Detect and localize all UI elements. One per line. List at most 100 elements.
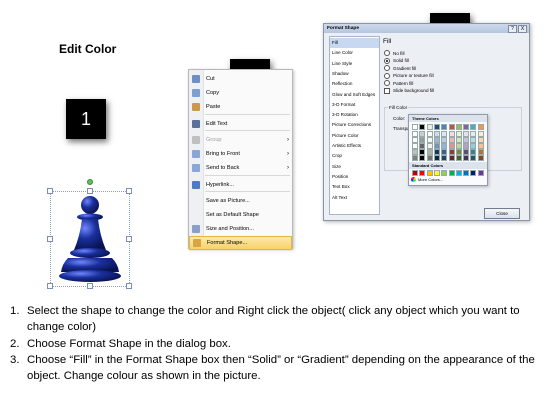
nav-item-artistic-effects[interactable]: Artistic Effects	[330, 141, 379, 151]
nav-item-picture-corrections[interactable]: Picture Corrections	[330, 120, 379, 130]
color-palette-popup: Theme Colors Standard Colors More Colors…	[408, 114, 488, 186]
radio-button[interactable]	[384, 50, 390, 56]
menu-item-size-and-position[interactable]: Size and Position...	[189, 222, 292, 236]
submenu-arrow-icon: ›	[287, 165, 289, 171]
menu-item-label: Group	[206, 137, 222, 143]
menu-item-copy[interactable]: Copy	[189, 86, 292, 100]
submenu-arrow-icon: ›	[287, 151, 289, 157]
nav-item-line-color[interactable]: Line Color	[330, 48, 379, 58]
menu-item-label: Bring to Front	[206, 151, 240, 157]
more-colors-item[interactable]: More Colors...	[411, 177, 443, 182]
theme-color-swatch[interactable]	[433, 155, 440, 161]
menu-item-edit-text[interactable]: Edit Text	[189, 117, 292, 131]
nav-item-text-box[interactable]: Text Box	[330, 182, 379, 192]
blank-icon	[192, 211, 200, 219]
nav-item-3-d-rotation[interactable]: 3-D Rotation	[330, 110, 379, 120]
menu-item-label: Send to Back	[206, 165, 240, 171]
nav-item-shadow[interactable]: Shadow	[330, 69, 379, 79]
theme-color-swatch[interactable]	[412, 155, 418, 161]
theme-color-swatch[interactable]	[470, 124, 477, 130]
nav-item-position[interactable]: Position	[330, 172, 379, 182]
standard-color-swatch[interactable]	[470, 170, 477, 176]
menu-item-group: Group ›	[189, 133, 292, 147]
theme-color-swatch[interactable]	[433, 124, 440, 130]
standard-color-swatch[interactable]	[412, 170, 418, 176]
menu-item-set-as-default-shape[interactable]: Set as Default Shape	[189, 208, 292, 222]
rotation-handle[interactable]	[87, 179, 93, 185]
menu-item-paste[interactable]: Paste	[189, 100, 292, 114]
instruction-number: 2.	[10, 337, 20, 350]
submenu-arrow-icon: ›	[287, 137, 289, 143]
theme-color-swatch[interactable]	[463, 124, 470, 130]
theme-color-swatch[interactable]	[426, 124, 433, 130]
fill-option-label: Solid fill	[393, 58, 409, 63]
dialog-close-icon[interactable]: X	[518, 25, 527, 33]
standard-color-swatch[interactable]	[463, 170, 470, 176]
menu-item-bring-to-front[interactable]: Bring to Front ›	[189, 147, 292, 161]
theme-color-swatch[interactable]	[463, 155, 470, 161]
fill-option-solid-fill[interactable]: Solid fill	[384, 57, 409, 64]
theme-color-swatch[interactable]	[419, 124, 426, 130]
theme-color-swatch[interactable]	[448, 155, 455, 161]
standard-color-swatch[interactable]	[419, 170, 426, 176]
menu-item-cut[interactable]: Cut	[189, 72, 292, 86]
group-icon	[192, 136, 200, 144]
radio-button[interactable]	[384, 65, 390, 71]
theme-color-swatch[interactable]	[455, 124, 462, 130]
theme-color-swatch[interactable]	[426, 155, 433, 161]
theme-color-swatch[interactable]	[441, 155, 448, 161]
page-title: Edit Color	[59, 42, 117, 56]
nav-item-3-d-format[interactable]: 3-D Format	[330, 100, 379, 110]
nav-item-size[interactable]: Size	[330, 162, 379, 172]
standard-color-swatch[interactable]	[433, 170, 440, 176]
radio-button[interactable]	[384, 80, 390, 86]
standard-colors-label: Standard Colors	[409, 162, 487, 169]
theme-color-swatch[interactable]	[419, 155, 426, 161]
standard-color-swatch[interactable]	[426, 170, 433, 176]
theme-color-swatch[interactable]	[412, 124, 418, 130]
menu-item-send-to-back[interactable]: Send to Back ›	[189, 161, 292, 175]
fill-option-picture-or-texture-fill[interactable]: Picture or texture fill	[384, 72, 434, 79]
hyperlink-icon	[192, 181, 200, 189]
pawn-icon[interactable]	[52, 192, 128, 284]
nav-item-fill[interactable]: Fill	[330, 38, 379, 48]
nav-item-glow-and-soft-edges[interactable]: Glow and Soft Edges	[330, 90, 379, 100]
nav-item-picture-color[interactable]: Picture Color	[330, 131, 379, 141]
instruction-item: 2. Choose Format Shape in the dialog box.	[10, 336, 555, 352]
theme-color-swatch[interactable]	[477, 155, 484, 161]
standard-color-swatch[interactable]	[477, 170, 484, 176]
standard-color-swatch[interactable]	[455, 170, 462, 176]
radio-button[interactable]	[384, 57, 390, 64]
menu-item-format-shape[interactable]: Format Shape...	[189, 236, 292, 250]
nav-item-reflection[interactable]: Reflection	[330, 79, 379, 89]
fill-option-gradient-fill[interactable]: Gradient fill	[384, 65, 416, 71]
theme-color-swatch[interactable]	[477, 124, 484, 130]
fill-option-label: Picture or texture fill	[393, 73, 434, 78]
instruction-text: Select the shape to change the color and…	[27, 305, 520, 334]
theme-color-swatch[interactable]	[470, 155, 477, 161]
theme-color-swatch[interactable]	[441, 124, 448, 130]
fill-option-slide-background-fill[interactable]: Slide background fill	[384, 87, 434, 94]
menu-item-hyperlink[interactable]: Hyperlink...	[189, 178, 292, 192]
copy-icon	[192, 89, 200, 97]
fill-color-label: Fill Color	[388, 105, 409, 110]
checkbox[interactable]	[384, 87, 390, 94]
fill-option-label: No fill	[393, 50, 405, 56]
close-button[interactable]: Close	[484, 208, 520, 219]
instruction-text: Choose “Fill” in the Format Shape box th…	[27, 353, 535, 383]
edit-text-icon	[192, 120, 200, 128]
standard-color-swatch[interactable]	[448, 170, 455, 176]
menu-item-label: Save as Picture...	[206, 198, 250, 204]
help-button[interactable]: ?	[508, 25, 517, 33]
fill-option-no-fill[interactable]: No fill	[384, 50, 405, 56]
nav-item-line-style[interactable]: Line Style	[330, 59, 379, 69]
theme-color-swatch[interactable]	[455, 155, 462, 161]
fill-option-pattern-fill[interactable]: Pattern fill	[384, 80, 413, 86]
menu-item-save-as-picture[interactable]: Save as Picture...	[189, 194, 292, 208]
nav-item-crop[interactable]: Crop	[330, 151, 379, 161]
theme-color-swatch[interactable]	[448, 124, 455, 130]
nav-item-alt-text[interactable]: Alt Text	[330, 193, 379, 203]
radio-button[interactable]	[384, 72, 390, 79]
menu-item-label: Edit Text	[206, 121, 228, 127]
standard-color-swatch[interactable]	[441, 170, 448, 176]
